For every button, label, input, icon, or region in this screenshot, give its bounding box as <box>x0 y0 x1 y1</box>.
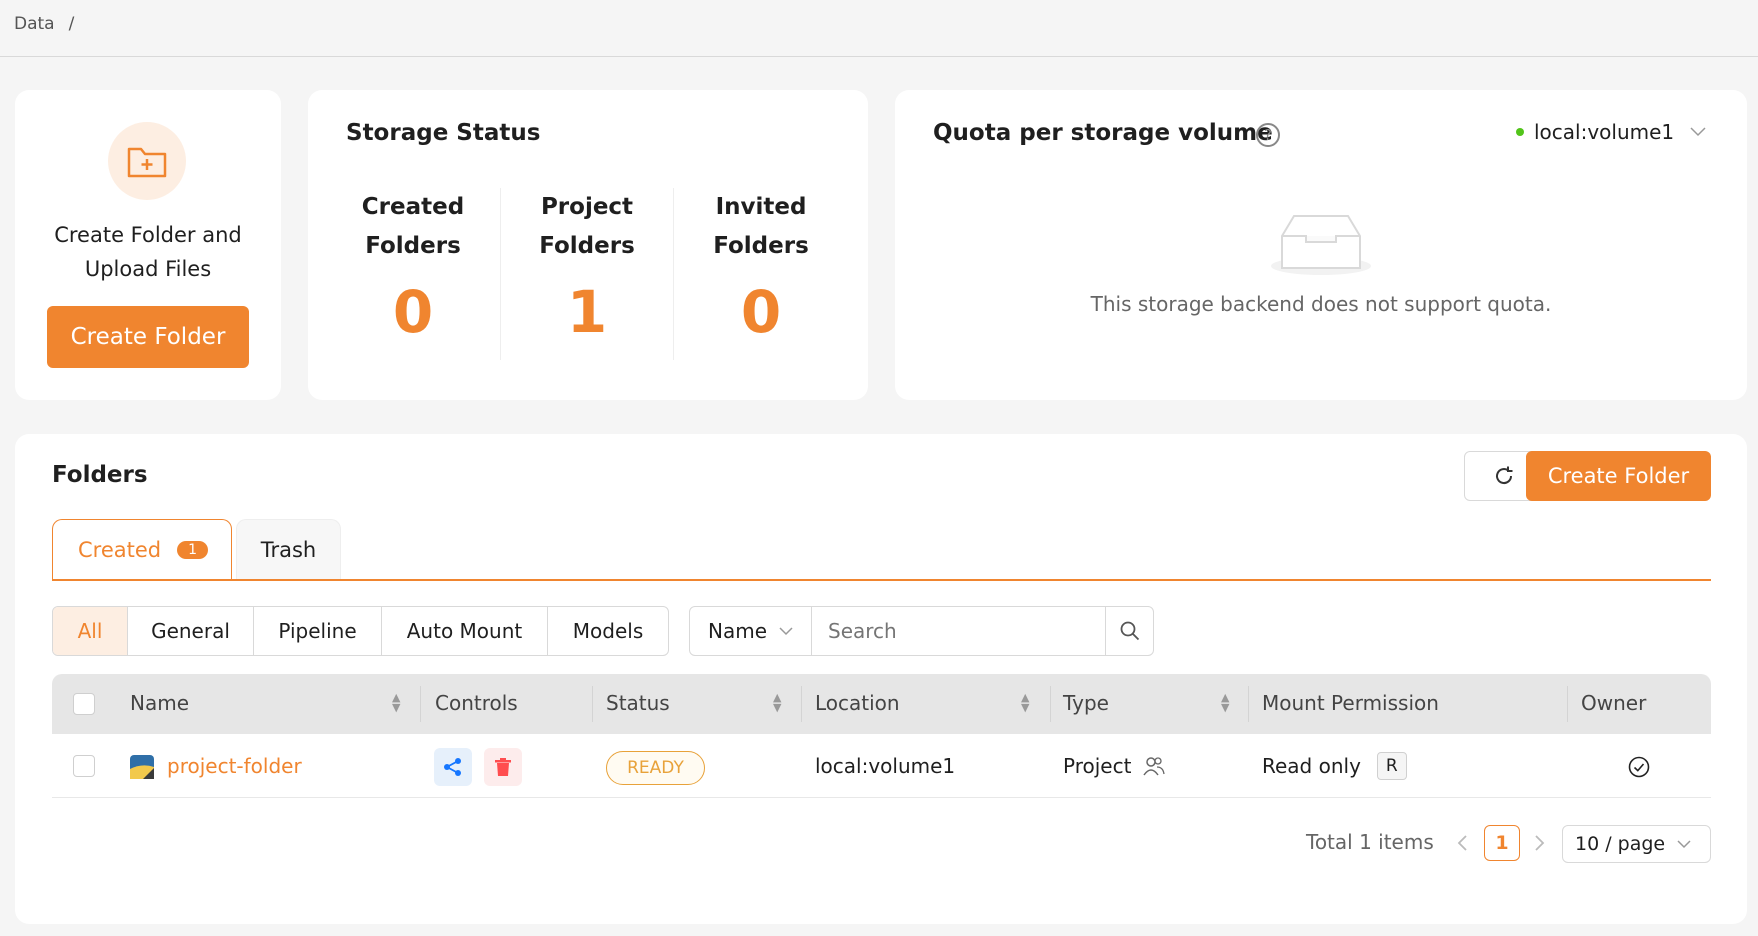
column-owner: Owner <box>1581 691 1647 715</box>
search-input[interactable] <box>812 607 1105 655</box>
stat-invited-value: 0 <box>740 278 782 346</box>
quota-empty-text: This storage backend does not support qu… <box>1090 292 1552 316</box>
select-all-checkbox[interactable] <box>73 693 95 715</box>
column-location[interactable]: Location <box>815 672 900 734</box>
folders-title: Folders <box>52 462 148 488</box>
refresh-icon <box>1496 466 1513 485</box>
page-size-value: 10 / page <box>1575 833 1666 855</box>
chevron-down-icon <box>779 626 793 635</box>
delete-button[interactable] <box>484 748 522 786</box>
permission-badge: R <box>1376 752 1407 780</box>
row-checkbox[interactable] <box>73 755 95 777</box>
sort-icon[interactable]: ▲ ▼ <box>773 692 781 713</box>
page-size-select[interactable]: 10 / page <box>1562 825 1711 863</box>
volume-select-value: local:volume1 <box>1534 120 1675 144</box>
share-icon <box>444 758 461 776</box>
folders-create-button[interactable]: Create Folder <box>1526 451 1711 501</box>
tab-trash[interactable]: Trash <box>236 519 341 580</box>
filter-models[interactable]: Models <box>548 607 668 655</box>
stat-invited-folders: Invited Folders 0 <box>676 188 846 346</box>
empty-inbox-icon <box>1271 215 1371 275</box>
breadcrumb: Data / <box>14 14 74 34</box>
stat-project-folders: Project Folders 1 <box>502 188 672 346</box>
stat-created-folders: Created Folders 0 <box>328 188 498 346</box>
mount-permission: Read only R <box>1262 736 1407 796</box>
search-button[interactable] <box>1105 607 1153 655</box>
online-dot-icon <box>1516 128 1524 136</box>
next-page-icon[interactable] <box>1533 835 1545 851</box>
breadcrumb-data[interactable]: Data <box>14 14 55 34</box>
create-folder-text-2: Upload Files <box>84 257 212 281</box>
status-badge: READY <box>606 751 705 785</box>
chevron-down-icon <box>1677 839 1691 848</box>
folder-type: Project <box>1063 736 1166 796</box>
stat-project-value: 1 <box>566 278 608 346</box>
group-icon <box>1143 757 1166 776</box>
column-type[interactable]: Type <box>1063 672 1109 734</box>
filter-all[interactable]: All <box>53 607 128 655</box>
quota-title: Quota per storage volume <box>933 120 1273 146</box>
volume-select[interactable]: local:volume1 <box>1516 120 1706 144</box>
tab-created-count: 1 <box>177 541 209 559</box>
project-folder-icon <box>130 755 154 779</box>
pagination-total: Total 1 items <box>1306 830 1434 854</box>
create-folder-text-1: Create Folder and <box>54 223 242 247</box>
owner-check-icon <box>1628 756 1650 778</box>
sort-icon[interactable]: ▲ ▼ <box>1021 692 1029 713</box>
column-name[interactable]: Name <box>130 672 189 734</box>
folder-location: local:volume1 <box>815 754 956 778</box>
sort-icon[interactable]: ▲ ▼ <box>1221 692 1229 713</box>
search-field-value: Name <box>708 619 768 643</box>
search-icon <box>1120 621 1139 641</box>
prev-page-icon[interactable] <box>1457 835 1469 851</box>
stat-created-value: 0 <box>392 278 434 346</box>
column-mount-permission: Mount Permission <box>1262 691 1439 715</box>
type-filter: All General Pipeline Auto Mount Models <box>52 606 669 656</box>
column-status[interactable]: Status <box>606 672 670 734</box>
filter-pipeline[interactable]: Pipeline <box>254 607 382 655</box>
create-folder-card: Create Folder and Upload Files Create Fo… <box>15 90 281 400</box>
filter-auto-mount[interactable]: Auto Mount <box>382 607 548 655</box>
search-field-select[interactable]: Name <box>690 607 812 655</box>
header-divider <box>0 56 1758 57</box>
folder-name-link[interactable]: project-folder <box>167 736 302 796</box>
chevron-down-icon <box>1690 127 1706 137</box>
tabs-underline <box>52 579 1711 581</box>
filter-general[interactable]: General <box>128 607 254 655</box>
share-button[interactable] <box>434 748 472 786</box>
page-1-button[interactable]: 1 <box>1484 825 1520 861</box>
tab-created-label: Created <box>78 538 162 562</box>
sort-icon[interactable]: ▲ ▼ <box>392 692 400 713</box>
column-controls: Controls <box>435 691 518 715</box>
tab-created[interactable]: Created 1 <box>52 519 232 580</box>
help-icon[interactable]: ? <box>1256 123 1280 147</box>
breadcrumb-separator: / <box>68 14 75 34</box>
search-group: Name <box>689 606 1154 656</box>
folder-add-icon <box>108 122 186 200</box>
tab-trash-label: Trash <box>260 538 317 562</box>
trash-icon <box>495 758 511 776</box>
storage-status-title: Storage Status <box>346 120 541 146</box>
create-folder-button[interactable]: Create Folder <box>47 306 249 368</box>
folder-type-label: Project <box>1063 754 1132 778</box>
mount-permission-label: Read only <box>1262 754 1361 778</box>
